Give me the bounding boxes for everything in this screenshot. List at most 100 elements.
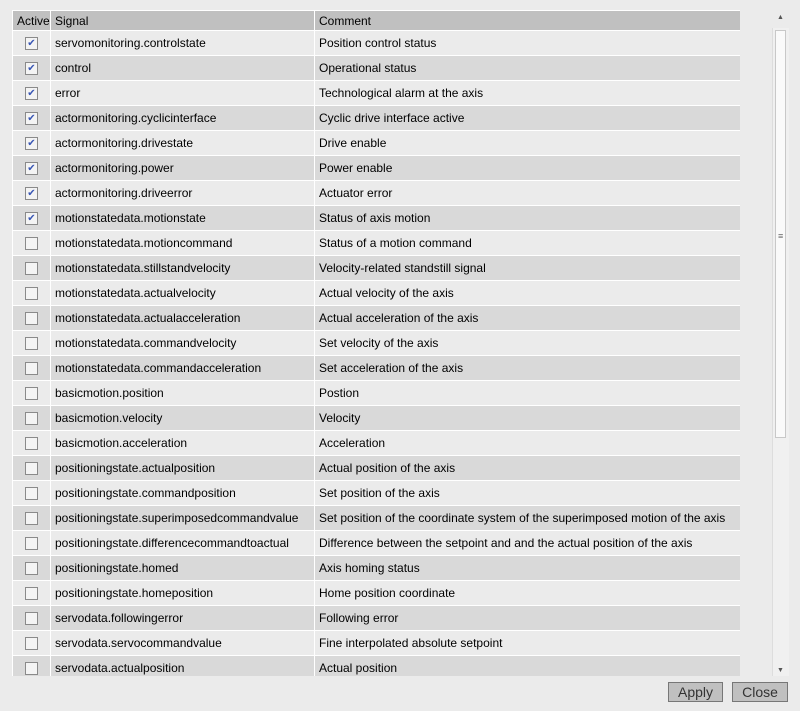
active-checkbox[interactable]	[25, 637, 38, 651]
table-row[interactable]: positioningstate.homeposition Home posit…	[12, 580, 740, 606]
signal-cell: motionstatedata.motionstate	[50, 205, 315, 231]
comment-cell: Power enable	[314, 155, 740, 181]
signal-cell: motionstatedata.actualacceleration	[50, 305, 315, 331]
scrollbar-thumb[interactable]: ≡	[775, 30, 786, 438]
signal-cell: servodata.servocommandvalue	[50, 630, 315, 656]
active-checkbox[interactable]	[25, 362, 38, 376]
active-checkbox[interactable]	[25, 537, 38, 551]
table-row[interactable]: motionstatedata.actualacceleration Actua…	[12, 305, 740, 331]
table-row[interactable]: ✔ error Technological alarm at the axis	[12, 80, 740, 106]
signal-cell: basicmotion.velocity	[50, 405, 315, 431]
scroll-down-arrow-icon[interactable]: ▼	[777, 667, 784, 674]
active-checkbox[interactable]	[25, 512, 38, 526]
comment-cell: Set position of the coordinate system of…	[314, 505, 740, 531]
active-checkbox[interactable]	[25, 412, 38, 426]
table-row[interactable]: motionstatedata.motioncommand Status of …	[12, 230, 740, 256]
signal-table: Active Signal Comment ✔ servomonitoring.…	[12, 10, 740, 676]
active-checkbox[interactable]	[25, 562, 38, 576]
active-cell	[12, 305, 51, 331]
active-checkbox[interactable]	[25, 312, 38, 326]
active-checkbox[interactable]	[25, 587, 38, 601]
active-cell: ✔	[12, 105, 51, 131]
active-checkbox[interactable]: ✔	[25, 62, 38, 76]
active-cell	[12, 355, 51, 381]
active-checkbox[interactable]: ✔	[25, 187, 38, 201]
signal-cell: positioningstate.superimposedcommandvalu…	[50, 505, 315, 531]
active-cell	[12, 430, 51, 456]
signal-cell: motionstatedata.actualvelocity	[50, 280, 315, 306]
table-row[interactable]: motionstatedata.actualvelocity Actual ve…	[12, 280, 740, 306]
active-checkbox[interactable]	[25, 437, 38, 451]
active-cell: ✔	[12, 130, 51, 156]
vertical-scrollbar[interactable]: ▲ ≡ ▼	[772, 14, 789, 676]
table-row[interactable]: basicmotion.velocity Velocity	[12, 405, 740, 431]
header-comment[interactable]: Comment	[314, 10, 740, 31]
active-checkbox[interactable]	[25, 612, 38, 626]
signal-cell: control	[50, 55, 315, 81]
table-row[interactable]: servodata.servocommandvalue Fine interpo…	[12, 630, 740, 656]
table-row[interactable]: motionstatedata.commandvelocity Set velo…	[12, 330, 740, 356]
active-cell: ✔	[12, 80, 51, 106]
active-checkbox[interactable]	[25, 337, 38, 351]
comment-cell: Position control status	[314, 30, 740, 56]
active-checkbox[interactable]: ✔	[25, 162, 38, 176]
table-row[interactable]: basicmotion.acceleration Acceleration	[12, 430, 740, 456]
signal-table-container: Active Signal Comment ✔ servomonitoring.…	[12, 10, 740, 676]
signal-cell: positioningstate.homed	[50, 555, 315, 581]
active-checkbox[interactable]: ✔	[25, 212, 38, 226]
close-button[interactable]: Close	[732, 682, 788, 702]
active-cell: ✔	[12, 180, 51, 206]
active-checkbox[interactable]	[25, 262, 38, 276]
table-row[interactable]: ✔ control Operational status	[12, 55, 740, 81]
active-checkbox[interactable]	[25, 237, 38, 251]
active-checkbox[interactable]	[25, 662, 38, 676]
signal-cell: motionstatedata.commandacceleration	[50, 355, 315, 381]
comment-cell: Set velocity of the axis	[314, 330, 740, 356]
signal-cell: positioningstate.homeposition	[50, 580, 315, 606]
apply-button[interactable]: Apply	[668, 682, 723, 702]
active-cell	[12, 455, 51, 481]
active-checkbox[interactable]	[25, 462, 38, 476]
table-row[interactable]: ✔ actormonitoring.power Power enable	[12, 155, 740, 181]
active-checkbox[interactable]: ✔	[25, 87, 38, 101]
active-cell	[12, 330, 51, 356]
active-checkbox[interactable]	[25, 387, 38, 401]
active-checkbox[interactable]: ✔	[25, 112, 38, 126]
active-checkbox[interactable]	[25, 287, 38, 301]
comment-cell: Operational status	[314, 55, 740, 81]
table-row[interactable]: ✔ actormonitoring.drivestate Drive enabl…	[12, 130, 740, 156]
table-row[interactable]: positioningstate.commandposition Set pos…	[12, 480, 740, 506]
scroll-up-arrow-icon[interactable]: ▲	[777, 14, 784, 21]
table-row[interactable]: positioningstate.superimposedcommandvalu…	[12, 505, 740, 531]
header-active[interactable]: Active	[12, 10, 51, 31]
comment-cell: Velocity	[314, 405, 740, 431]
table-row[interactable]: ✔ motionstatedata.motionstate Status of …	[12, 205, 740, 231]
active-checkbox[interactable]	[25, 487, 38, 501]
table-row[interactable]: ✔ actormonitoring.cyclicinterface Cyclic…	[12, 105, 740, 131]
table-row[interactable]: motionstatedata.commandacceleration Set …	[12, 355, 740, 381]
comment-cell: Velocity-related standstill signal	[314, 255, 740, 281]
active-cell: ✔	[12, 55, 51, 81]
table-row[interactable]: ✔ actormonitoring.driveerror Actuator er…	[12, 180, 740, 206]
signal-cell: servomonitoring.controlstate	[50, 30, 315, 56]
table-row[interactable]: ✔ servomonitoring.controlstate Position …	[12, 30, 740, 56]
table-row[interactable]: positioningstate.differencecommandtoactu…	[12, 530, 740, 556]
active-checkbox[interactable]: ✔	[25, 137, 38, 151]
comment-cell: Drive enable	[314, 130, 740, 156]
table-row[interactable]: servodata.actualposition Actual position	[12, 655, 740, 676]
table-row[interactable]: basicmotion.position Postion	[12, 380, 740, 406]
comment-cell: Actual velocity of the axis	[314, 280, 740, 306]
comment-cell: Acceleration	[314, 430, 740, 456]
comment-cell: Postion	[314, 380, 740, 406]
active-cell	[12, 630, 51, 656]
table-row[interactable]: servodata.followingerror Following error	[12, 605, 740, 631]
comment-cell: Fine interpolated absolute setpoint	[314, 630, 740, 656]
signal-cell: basicmotion.acceleration	[50, 430, 315, 456]
signal-cell: motionstatedata.motioncommand	[50, 230, 315, 256]
table-row[interactable]: positioningstate.actualposition Actual p…	[12, 455, 740, 481]
table-row[interactable]: motionstatedata.stillstandvelocity Veloc…	[12, 255, 740, 281]
table-row[interactable]: positioningstate.homed Axis homing statu…	[12, 555, 740, 581]
active-checkbox[interactable]: ✔	[25, 37, 38, 51]
comment-cell: Following error	[314, 605, 740, 631]
header-signal[interactable]: Signal	[50, 10, 315, 31]
